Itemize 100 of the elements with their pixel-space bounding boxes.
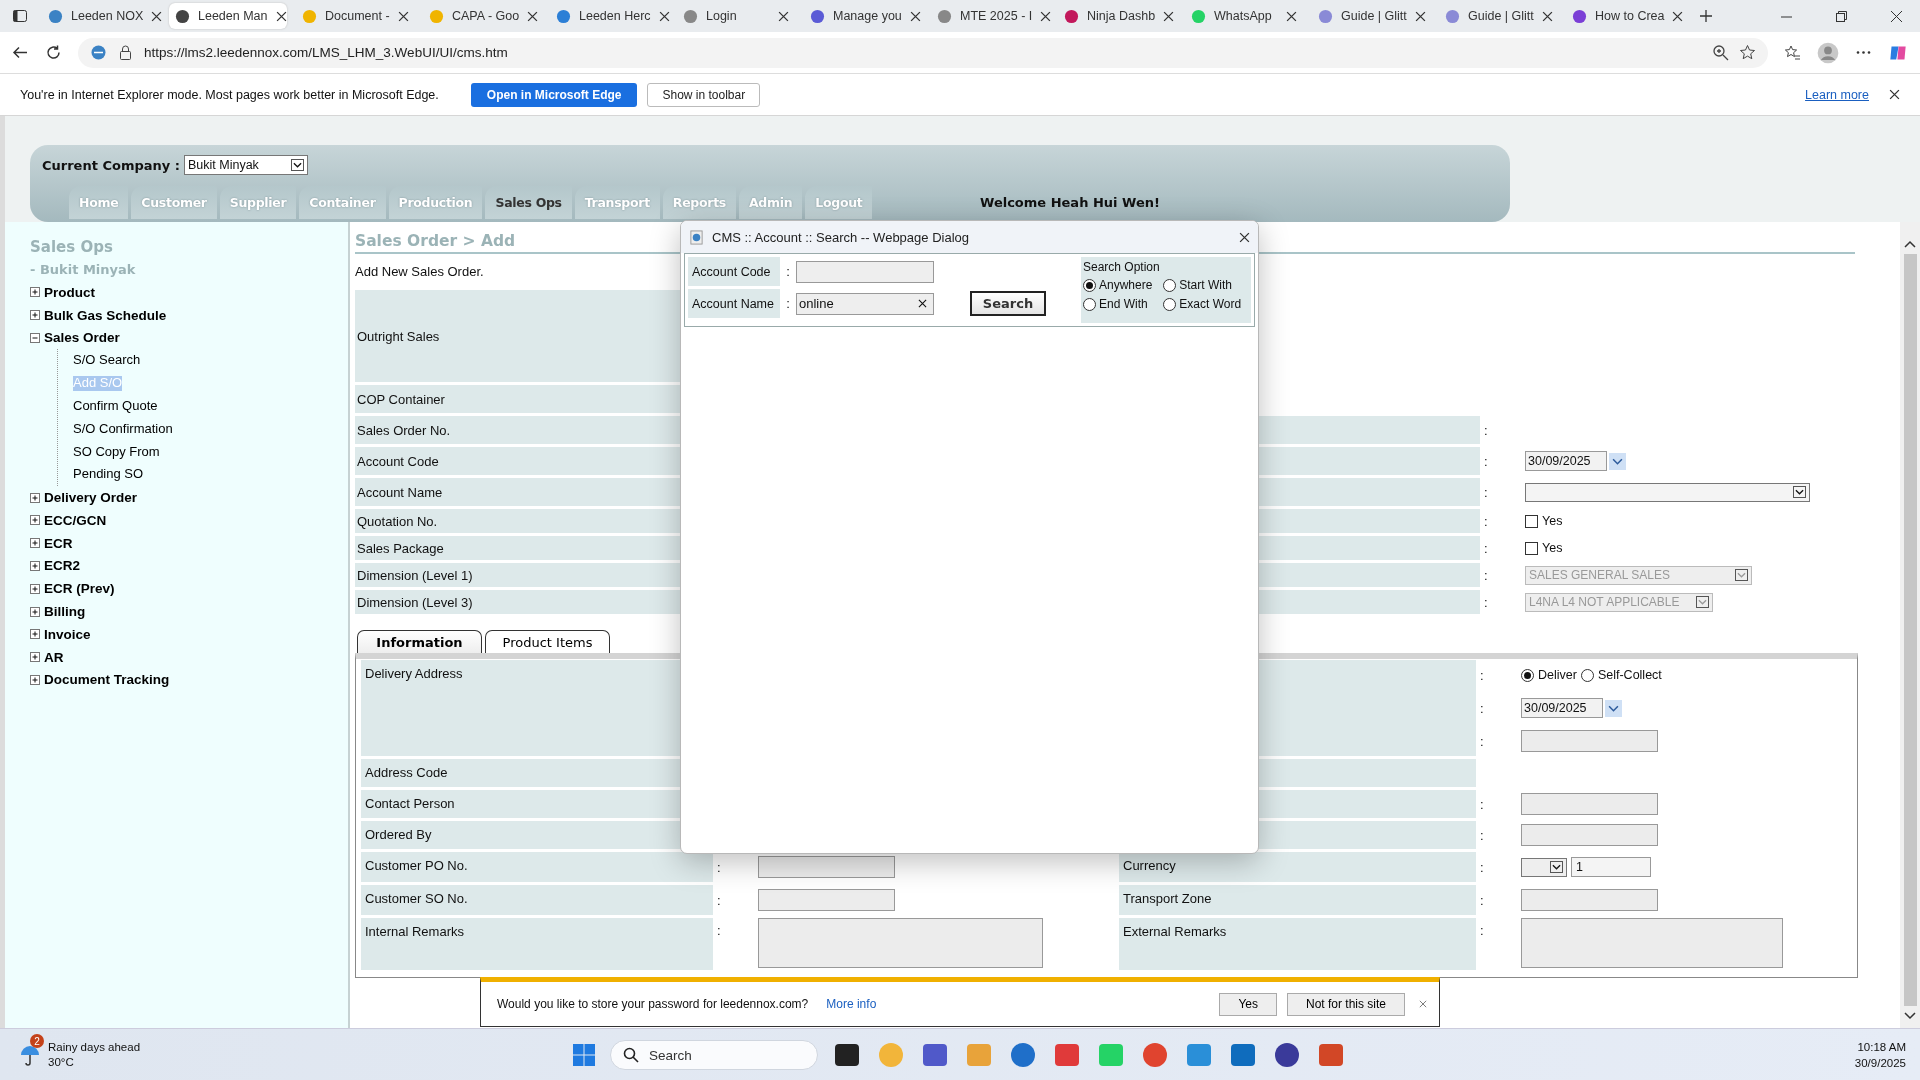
radio-button[interactable]	[1083, 278, 1096, 292]
input-field[interactable]: online	[796, 292, 934, 315]
tree-item[interactable]: ECR2	[44, 558, 80, 574]
browser-tab[interactable]: WhatsApp	[1185, 3, 1303, 29]
close-icon[interactable]	[397, 10, 409, 22]
browser-tab[interactable]: How to Crea	[1566, 3, 1684, 29]
input-field[interactable]	[796, 260, 934, 283]
date-picker-button[interactable]	[1609, 452, 1626, 470]
tree-item[interactable]: Product	[44, 284, 95, 300]
tree-item[interactable]: S/O Search	[73, 349, 141, 373]
company-dropdown[interactable]: Bukit Minyak	[184, 155, 308, 175]
address-bar[interactable]: https://lms2.leedennox.com/LMS_LHM_3.WebUI/UI/cms.htm	[78, 37, 1768, 68]
tab[interactable]: Information	[357, 630, 482, 653]
refresh-icon[interactable]	[45, 44, 62, 61]
open-in-edge-button[interactable]: Open in Microsoft Edge	[470, 82, 638, 107]
expand-icon[interactable]	[30, 287, 40, 298]
close-icon[interactable]	[658, 10, 670, 22]
tree-item[interactable]: ECC/GCN	[44, 512, 107, 528]
lock-icon[interactable]	[117, 44, 134, 61]
expand-icon[interactable]	[30, 674, 40, 685]
tree-item[interactable]: ECR (Prev)	[44, 581, 115, 597]
input-field[interactable]	[1521, 889, 1658, 911]
expand-icon[interactable]	[30, 606, 40, 617]
start-button[interactable]	[572, 1043, 596, 1067]
restore-icon[interactable]	[1836, 10, 1847, 22]
close-icon[interactable]	[1239, 231, 1250, 243]
close-icon[interactable]	[1163, 10, 1175, 22]
expand-icon[interactable]	[30, 583, 40, 594]
browser-tab[interactable]: CAPA - Goo	[423, 3, 541, 29]
close-icon[interactable]	[1541, 10, 1553, 22]
browser-tab[interactable]: MTE 2025 - I	[931, 3, 1049, 29]
collapse-icon[interactable]	[30, 333, 40, 343]
close-icon[interactable]	[1891, 10, 1902, 22]
tree-item[interactable]: Invoice	[44, 626, 91, 642]
tree-item[interactable]: Pending SO	[73, 463, 144, 487]
checkbox[interactable]	[1525, 514, 1538, 528]
tree-item[interactable]: AR	[44, 649, 64, 665]
yes-button[interactable]: Yes	[1219, 992, 1277, 1016]
date-picker-button[interactable]	[1605, 699, 1622, 717]
tab[interactable]: Product Items	[485, 630, 610, 653]
input-field[interactable]: 1	[1571, 857, 1651, 877]
scroll-down-icon[interactable]	[1904, 1012, 1916, 1020]
browser-tab[interactable]: Leeden Man	[169, 3, 287, 29]
close-icon[interactable]	[1414, 10, 1426, 22]
close-icon[interactable]	[151, 10, 163, 22]
close-icon[interactable]	[1672, 10, 1684, 22]
expand-icon[interactable]	[30, 629, 40, 640]
tree-item[interactable]: Delivery Order	[44, 490, 138, 506]
dropdown[interactable]	[1525, 482, 1810, 502]
radio-button[interactable]	[1163, 297, 1177, 311]
app-icon[interactable]	[1272, 1040, 1302, 1070]
favorites-icon[interactable]	[1784, 44, 1801, 61]
expand-icon[interactable]	[30, 515, 40, 526]
close-icon[interactable]	[527, 10, 539, 22]
radio-button[interactable]	[1083, 297, 1096, 311]
tree-item[interactable]: Billing	[44, 604, 86, 620]
more-info-link[interactable]: More info	[826, 997, 877, 1011]
search-field[interactable]: Search	[610, 1040, 818, 1070]
dropdown[interactable]	[1521, 857, 1567, 877]
radio-button[interactable]	[1163, 278, 1177, 292]
tree-item[interactable]: SO Copy From	[73, 440, 160, 464]
show-in-toolbar-button[interactable]: Show in toolbar	[647, 82, 761, 107]
new-tab-icon[interactable]	[1699, 9, 1713, 23]
close-icon[interactable]	[778, 10, 789, 22]
tree-item[interactable]: Sales Order	[44, 330, 120, 346]
input-field[interactable]	[758, 889, 895, 911]
zoom-icon[interactable]	[1712, 44, 1729, 61]
close-icon[interactable]	[1286, 10, 1297, 22]
decline-button[interactable]: Not for this site	[1286, 992, 1405, 1016]
radio-button[interactable]	[1580, 668, 1594, 682]
close-icon[interactable]	[909, 10, 921, 22]
browser-tab[interactable]: Leeden NOX	[42, 3, 160, 29]
close-icon[interactable]	[1040, 10, 1052, 22]
scroll-up-icon[interactable]	[1904, 240, 1916, 248]
back-icon[interactable]	[12, 44, 29, 61]
search-button[interactable]: Search	[970, 291, 1046, 316]
input-field[interactable]	[758, 856, 895, 878]
tab-actions-icon[interactable]	[12, 8, 28, 24]
checkbox[interactable]	[1525, 541, 1538, 555]
input-field[interactable]	[1521, 793, 1658, 815]
date-field[interactable]: 30/09/2025	[1521, 698, 1603, 718]
profile-icon[interactable]	[1817, 41, 1839, 64]
expand-icon[interactable]	[30, 560, 40, 571]
close-icon[interactable]	[1889, 89, 1900, 100]
umbrella-icon[interactable]	[20, 1043, 40, 1067]
expand-icon[interactable]	[30, 310, 40, 321]
tree-item[interactable]: Bulk Gas Schedule	[44, 307, 167, 323]
browser-tab[interactable]: Ninja Dashb	[1058, 3, 1176, 29]
close-icon[interactable]	[275, 10, 287, 22]
browser-tab[interactable]: Manage you	[804, 3, 922, 29]
date-field[interactable]: 30/09/2025	[1525, 451, 1607, 471]
learn-more-link[interactable]: Learn more	[1805, 87, 1869, 102]
close-icon[interactable]	[918, 299, 927, 308]
browser-tab[interactable]: Login	[677, 3, 795, 29]
tree-item[interactable]: S/O Confirmation	[73, 417, 173, 441]
tree-item[interactable]: Confirm Quote	[73, 395, 158, 418]
browser-tab[interactable]: Leeden Herc	[550, 3, 668, 29]
tree-item[interactable]: ECR	[44, 535, 73, 551]
input-field[interactable]	[1521, 824, 1658, 846]
star-icon[interactable]	[1739, 44, 1756, 61]
